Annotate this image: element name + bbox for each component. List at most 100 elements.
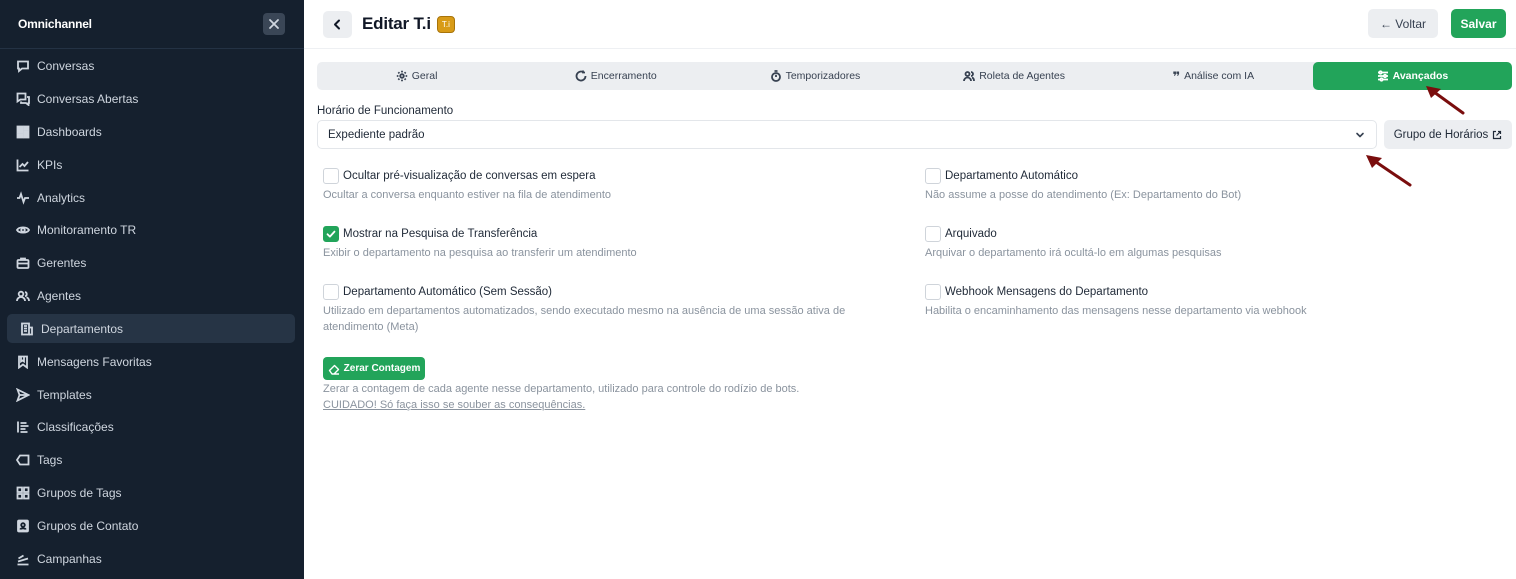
sidebar-item-analytics[interactable]: Analytics bbox=[0, 181, 304, 214]
header-actions: ← Voltar Salvar bbox=[1367, 9, 1506, 38]
option-description: Não assume a posse do atendimento (Ex: D… bbox=[925, 189, 1242, 201]
sidebar-item-classificacoes[interactable]: Classificações bbox=[0, 411, 304, 444]
department-badge: T.i bbox=[436, 15, 455, 33]
eye-icon bbox=[16, 223, 30, 237]
option-title: Departamento Automático (Sem Sessão) bbox=[343, 286, 553, 298]
grid-icon bbox=[16, 486, 30, 500]
auto-department-no-session-checkbox[interactable] bbox=[323, 284, 339, 300]
check-icon bbox=[326, 230, 336, 238]
close-sidebar-button[interactable] bbox=[263, 13, 285, 35]
tab-label: Análise com IA bbox=[1184, 70, 1255, 82]
option-auto-department: Departamento Automático Não assume a pos… bbox=[925, 168, 1241, 203]
reset-count-button[interactable]: Zerar Contagem bbox=[323, 357, 425, 380]
close-icon bbox=[269, 19, 279, 29]
sidebar-item-campanhas[interactable]: Campanhas bbox=[0, 542, 304, 575]
hide-preview-checkbox[interactable] bbox=[323, 168, 339, 184]
option-auto-department-no-session: Departamento Automático (Sem Sessão) Uti… bbox=[323, 284, 883, 335]
business-hours-label: Horário de Funcionamento bbox=[317, 105, 454, 117]
tab-label: Geral bbox=[411, 70, 438, 82]
reset-warning-link[interactable]: CUIDADO! Só faça isso se souber as conse… bbox=[323, 397, 799, 413]
tab-roleta-de-agentes[interactable]: Roleta de Agentes bbox=[915, 62, 1114, 90]
sidebar-item-conversas-abertas[interactable]: Conversas Abertas bbox=[0, 83, 304, 116]
tab-label: Roleta de Agentes bbox=[979, 70, 1066, 82]
reset-count-description: Zerar a contagem de cada agente nesse de… bbox=[323, 381, 799, 413]
option-description: Ocultar a conversa enquanto estiver na f… bbox=[323, 189, 612, 201]
sidebar-item-label: Analytics bbox=[37, 190, 86, 205]
hour-groups-label: Grupo de Horários bbox=[1393, 128, 1489, 141]
business-hours-select[interactable]: Expediente padrão bbox=[317, 120, 1377, 149]
archived-checkbox[interactable] bbox=[925, 226, 941, 242]
page-title: Editar T.i bbox=[362, 14, 431, 33]
business-hours-value: Expediente padrão bbox=[328, 128, 425, 141]
sidebar-item-label: Conversas Abertas bbox=[37, 92, 139, 107]
sidebar-item-label: Classificações bbox=[37, 420, 114, 435]
sidebar-item-monitoramento-tr[interactable]: Monitoramento TR bbox=[0, 214, 304, 247]
sidebar-item-label: Grupos de Contato bbox=[37, 518, 139, 533]
sidebar-item-label: Agentes bbox=[37, 288, 82, 303]
chevron-left-icon bbox=[334, 19, 340, 29]
sidebar-item-grupos-de-tags[interactable]: Grupos de Tags bbox=[0, 477, 304, 510]
auto-department-checkbox[interactable] bbox=[925, 168, 941, 184]
annotation-arrow-icon bbox=[1366, 155, 1412, 187]
sidebar-item-label: Monitoramento TR bbox=[37, 223, 137, 238]
option-title: Departamento Automático bbox=[945, 170, 1078, 182]
line-chart-icon bbox=[16, 158, 30, 172]
sidebar-item-agentes[interactable]: Agentes bbox=[0, 280, 304, 313]
sidebar-nav: Conversas Conversas Abertas Dashboards K… bbox=[0, 49, 304, 575]
option-archived: Arquivado Arquivar o departamento irá oc… bbox=[925, 226, 1222, 261]
quote-icon: ❞ bbox=[1172, 68, 1181, 84]
sidebar-item-departamentos[interactable]: Departamentos bbox=[7, 314, 295, 344]
sidebar-item-label: Campanhas bbox=[37, 551, 102, 566]
sidebar-item-tags[interactable]: Tags bbox=[0, 444, 304, 477]
option-show-in-transfer: Mostrar na Pesquisa de Transferência Exi… bbox=[323, 226, 637, 261]
show-in-transfer-checkbox[interactable] bbox=[323, 226, 339, 242]
timer-icon bbox=[770, 70, 781, 82]
refresh-icon bbox=[575, 70, 587, 82]
sidebar-item-label: KPIs bbox=[37, 157, 63, 172]
sidebar-item-templates[interactable]: Templates bbox=[0, 378, 304, 411]
option-title: Arquivado bbox=[945, 228, 997, 240]
sidebar-item-kpis[interactable]: KPIs bbox=[0, 148, 304, 181]
megaphone-icon bbox=[16, 552, 30, 566]
sidebar-item-label: Departamentos bbox=[41, 321, 124, 336]
sidebar-item-grupos-de-contato[interactable]: Grupos de Contato bbox=[0, 509, 304, 542]
option-title: Ocultar pré-visualização de conversas em… bbox=[343, 170, 596, 182]
save-button[interactable]: Salvar bbox=[1451, 9, 1506, 38]
option-title: Webhook Mensagens do Departamento bbox=[945, 286, 1149, 298]
sidebar-item-gerentes[interactable]: Gerentes bbox=[0, 247, 304, 280]
tab-geral[interactable]: Geral bbox=[317, 62, 516, 90]
tab-temporizadores[interactable]: Temporizadores bbox=[715, 62, 914, 90]
list-icon bbox=[16, 420, 30, 434]
option-webhook-messages: Webhook Mensagens do Departamento Habili… bbox=[925, 284, 1307, 319]
reset-description-text: Zerar a contagem de cada agente nesse de… bbox=[323, 383, 800, 395]
sidebar-item-conversas[interactable]: Conversas bbox=[0, 50, 304, 83]
main-content: Editar T.i T.i ← Voltar Salvar Geral Enc… bbox=[304, 0, 1516, 579]
contacts-icon bbox=[16, 519, 30, 533]
option-description: Habilita o encaminhamento das mensagens … bbox=[925, 305, 1307, 317]
tab-label: Avançados bbox=[1392, 70, 1449, 82]
eraser-icon bbox=[328, 364, 339, 375]
tab-avancados[interactable]: Avançados bbox=[1312, 62, 1513, 90]
sidebar-item-label: Gerentes bbox=[37, 256, 87, 271]
tag-icon bbox=[16, 453, 30, 467]
voltar-button[interactable]: ← Voltar bbox=[1367, 9, 1438, 38]
sidebar-item-dashboards[interactable]: Dashboards bbox=[0, 116, 304, 149]
sidebar-item-mensagens-favoritas[interactable]: Mensagens Favoritas bbox=[0, 345, 304, 378]
external-link-icon bbox=[1493, 130, 1502, 139]
users-icon bbox=[963, 71, 976, 82]
sidebar-item-label: Grupos de Tags bbox=[37, 485, 122, 500]
tab-analise-com-ia[interactable]: ❞ Análise com IA bbox=[1114, 62, 1313, 90]
webhook-messages-checkbox[interactable] bbox=[925, 284, 941, 300]
option-description: Arquivar o departamento irá ocultá-lo em… bbox=[925, 247, 1222, 259]
sidebar-item-label: Tags bbox=[37, 453, 63, 468]
pulse-icon bbox=[16, 190, 30, 205]
option-description: Exibir o departamento na pesquisa ao tra… bbox=[323, 247, 637, 259]
sidebar-item-label: Conversas bbox=[37, 59, 95, 74]
hour-groups-button[interactable]: Grupo de Horários bbox=[1384, 120, 1512, 149]
back-button[interactable] bbox=[323, 10, 352, 38]
page-header: Editar T.i T.i ← Voltar Salvar bbox=[304, 0, 1516, 49]
sidebar: Omnichannel Conversas Conversas Abertas … bbox=[0, 0, 304, 579]
tab-encerramento[interactable]: Encerramento bbox=[516, 62, 715, 90]
annotation-arrow-icon bbox=[1426, 86, 1465, 115]
option-title: Mostrar na Pesquisa de Transferência bbox=[343, 228, 538, 240]
